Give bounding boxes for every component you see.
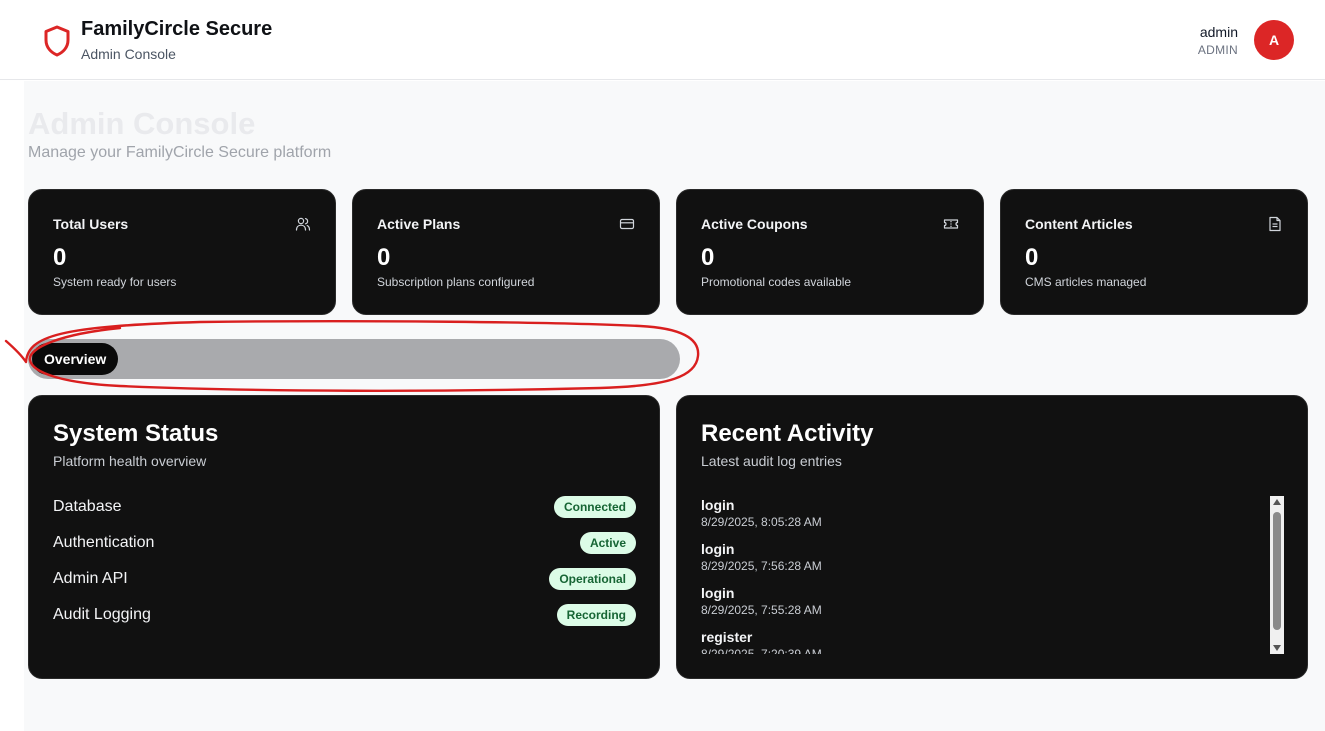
activity-time: 8/29/2025, 8:05:28 AM (701, 515, 822, 529)
activity-action: login (701, 541, 735, 557)
file-text-icon (1269, 216, 1281, 232)
credit-card-icon (619, 218, 635, 230)
status-label: Audit Logging (53, 606, 151, 623)
brand-title: FamilyCircle Secure (81, 18, 273, 40)
stat-value: 0 (1025, 244, 1039, 271)
panel-subtitle: Latest audit log entries (701, 453, 842, 469)
stat-description: CMS articles managed (1025, 275, 1147, 289)
status-label: Authentication (53, 534, 155, 551)
scroll-thumb[interactable] (1273, 512, 1281, 630)
user-role: ADMIN (1197, 43, 1238, 57)
activity-time: 8/29/2025, 7:56:28 AM (701, 559, 822, 573)
stat-title: Active Coupons (701, 216, 808, 232)
page-subtitle: Manage your FamilyCircle Secure platform (28, 144, 332, 161)
activity-time: 8/29/2025, 7:55:28 AM (701, 603, 822, 617)
panel-title: Recent Activity (701, 420, 874, 447)
stat-value: 0 (701, 244, 715, 271)
page-title: Admin Console (28, 106, 256, 141)
stat-description: System ready for users (53, 275, 177, 289)
ticket-icon (943, 219, 959, 229)
brand-subtitle: Admin Console (81, 46, 176, 62)
status-row-authentication: Authentication Active (53, 532, 636, 556)
stat-description: Subscription plans configured (377, 275, 535, 289)
status-label: Database (53, 498, 122, 515)
app-header: FamilyCircle Secure Admin Console admin … (0, 0, 1325, 80)
activity-item: register 8/29/2025, 7:20:39 AM (701, 628, 1261, 654)
activity-item: login 8/29/2025, 7:56:28 AM (701, 540, 1261, 574)
activity-item: login 8/29/2025, 8:05:28 AM (701, 496, 1261, 530)
stat-title: Content Articles (1025, 216, 1133, 232)
panel-subtitle: Platform health overview (53, 453, 207, 469)
stat-card-total-users: Total Users 0 System ready for users (28, 189, 336, 315)
activity-list[interactable]: login 8/29/2025, 8:05:28 AM login 8/29/2… (701, 496, 1284, 654)
system-status-panel: System Status Platform health overview D… (28, 395, 660, 679)
user-name: admin (1199, 24, 1238, 40)
status-label: Admin API (53, 570, 128, 587)
tabs-bar: Overview (28, 339, 680, 379)
status-badge: Active (579, 532, 636, 554)
stat-title: Active Plans (377, 216, 461, 232)
panel-title: System Status (53, 420, 219, 447)
recent-activity-panel: Recent Activity Latest audit log entries… (676, 395, 1308, 679)
activity-time: 8/29/2025, 7:20:39 AM (701, 647, 822, 654)
stat-description: Promotional codes available (701, 275, 852, 289)
scroll-down-arrow-icon[interactable] (1273, 645, 1281, 651)
scroll-up-arrow-icon[interactable] (1273, 499, 1281, 505)
stat-value: 0 (377, 244, 391, 271)
users-icon (295, 217, 311, 231)
stat-value: 0 (53, 244, 67, 271)
activity-action: register (701, 629, 753, 645)
status-row-database: Database Connected (53, 496, 636, 520)
status-row-audit-logging: Audit Logging Recording (53, 604, 636, 628)
tab-overview[interactable]: Overview (32, 343, 119, 375)
activity-item: login 8/29/2025, 7:55:28 AM (701, 584, 1261, 618)
status-badge: Recording (556, 604, 636, 626)
stat-card-active-coupons: Active Coupons 0 Promotional codes avail… (676, 189, 984, 315)
activity-scrollbar[interactable] (1270, 496, 1284, 654)
activity-action: login (701, 585, 735, 601)
status-badge: Connected (553, 496, 636, 518)
status-row-admin-api: Admin API Operational (53, 568, 636, 592)
status-badge: Operational (549, 568, 636, 590)
shield-icon (44, 25, 70, 57)
avatar[interactable]: A (1254, 20, 1294, 60)
stat-card-content-articles: Content Articles 0 CMS articles managed (1000, 189, 1308, 315)
stat-title: Total Users (53, 216, 129, 232)
stat-card-active-plans: Active Plans 0 Subscription plans config… (352, 189, 660, 315)
activity-action: login (701, 497, 735, 513)
